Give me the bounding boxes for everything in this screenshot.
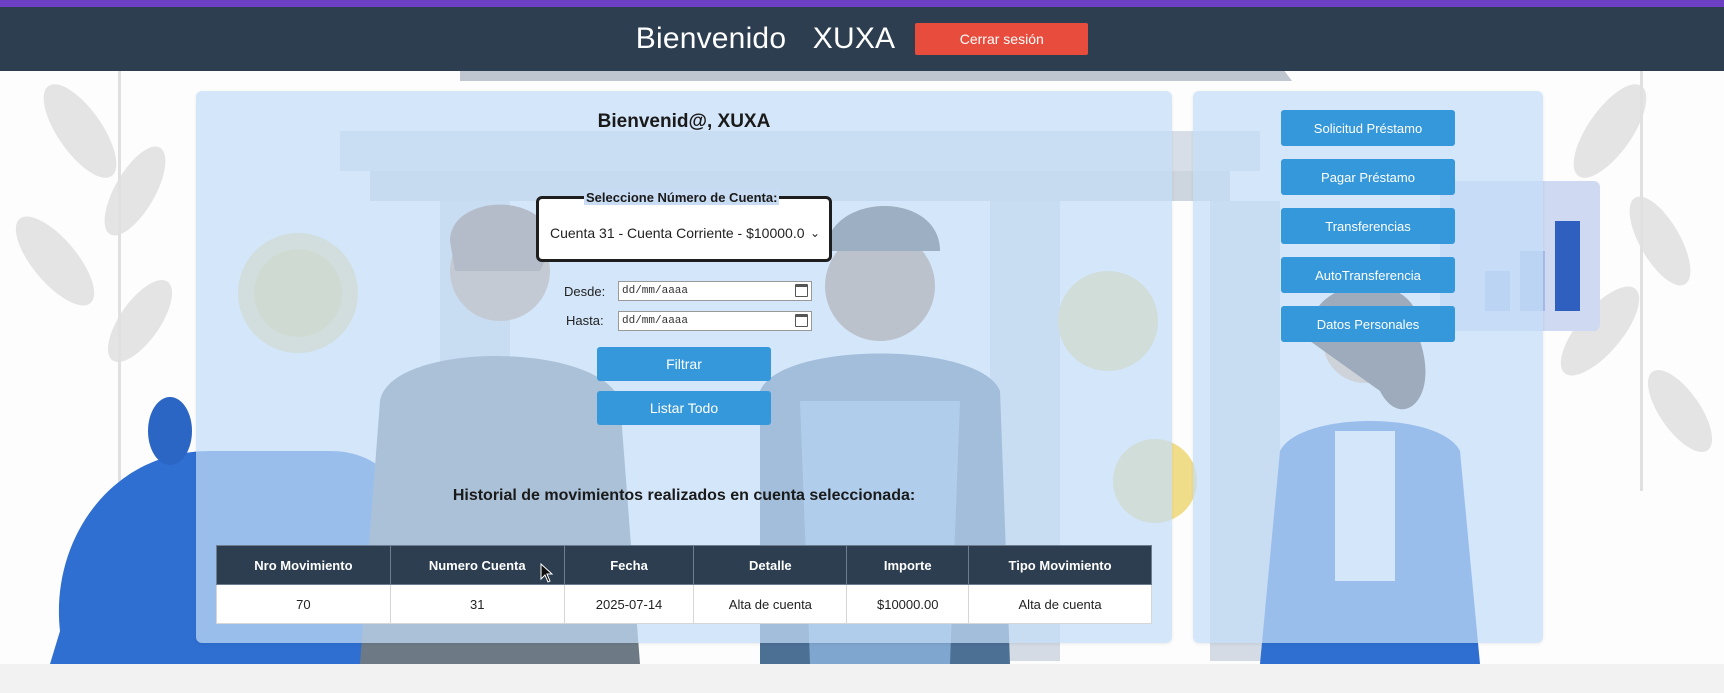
column-header[interactable]: Importe (846, 545, 970, 585)
movements-table: Nro Movimiento Numero Cuenta Fecha Detal… (216, 545, 1152, 624)
column-header[interactable]: Fecha (563, 545, 695, 585)
history-title: Historial de movimientos realizados en c… (452, 487, 916, 504)
table-cell: $10000.00 (846, 584, 970, 624)
to-date-input[interactable]: dd/mm/aaaa (618, 311, 812, 331)
username-text: XUXA (812, 22, 896, 55)
column-header[interactable]: Detalle (693, 545, 848, 585)
sidebar-item-pagar-prestamo[interactable]: Pagar Préstamo (1281, 159, 1455, 195)
calendar-icon[interactable] (795, 284, 808, 297)
account-select-value: Cuenta 31 - Cuenta Corriente - $10000.0 (550, 225, 805, 241)
greeting-text: Bienvenido (635, 22, 787, 55)
table-row[interactable]: 70 31 2025-07-14 Alta de cuenta $10000.0… (216, 584, 1152, 624)
page-footer (0, 664, 1724, 693)
page-title: Bienvenid@, XUXA (597, 111, 771, 132)
table-header-row: Nro Movimiento Numero Cuenta Fecha Detal… (216, 545, 1152, 585)
sidebar-item-datos-personales[interactable]: Datos Personales (1281, 306, 1455, 342)
filter-button[interactable]: Filtrar (597, 347, 771, 381)
from-date-label: Desde: (564, 284, 606, 299)
top-accent-stripe (0, 0, 1724, 7)
calendar-icon[interactable] (795, 314, 808, 327)
to-date-placeholder: dd/mm/aaaa (622, 315, 689, 327)
to-date-label: Hasta: (566, 313, 604, 328)
account-fieldset-legend: Seleccione Número de Cuenta: (584, 190, 780, 205)
chevron-down-icon: ⌄ (809, 226, 820, 240)
list-all-button[interactable]: Listar Todo (597, 391, 771, 425)
column-header[interactable]: Numero Cuenta (389, 545, 565, 585)
header-greeting: Bienvenido XUXA (636, 22, 896, 56)
account-select[interactable]: Cuenta 31 - Cuenta Corriente - $10000.0 … (542, 217, 828, 249)
mouse-cursor-icon (540, 563, 554, 583)
table-cell: Alta de cuenta (693, 584, 848, 624)
table-cell: Alta de cuenta (968, 584, 1152, 624)
table-cell: 31 (389, 584, 565, 624)
column-header[interactable]: Nro Movimiento (216, 545, 391, 585)
sidebar-item-solicitud-prestamo[interactable]: Solicitud Préstamo (1281, 110, 1455, 146)
from-date-placeholder: dd/mm/aaaa (622, 285, 689, 297)
table-cell: 70 (216, 584, 391, 624)
sidebar-item-transferencias[interactable]: Transferencias (1281, 208, 1455, 244)
sidebar-item-autotransferencia[interactable]: AutoTransferencia (1281, 257, 1455, 293)
logout-button[interactable]: Cerrar sesión (915, 23, 1089, 55)
from-date-input[interactable]: dd/mm/aaaa (618, 281, 812, 301)
table-cell: 2025-07-14 (563, 584, 695, 624)
top-header: Bienvenido XUXA Cerrar sesión (0, 7, 1724, 71)
column-header[interactable]: Tipo Movimiento (968, 545, 1152, 585)
